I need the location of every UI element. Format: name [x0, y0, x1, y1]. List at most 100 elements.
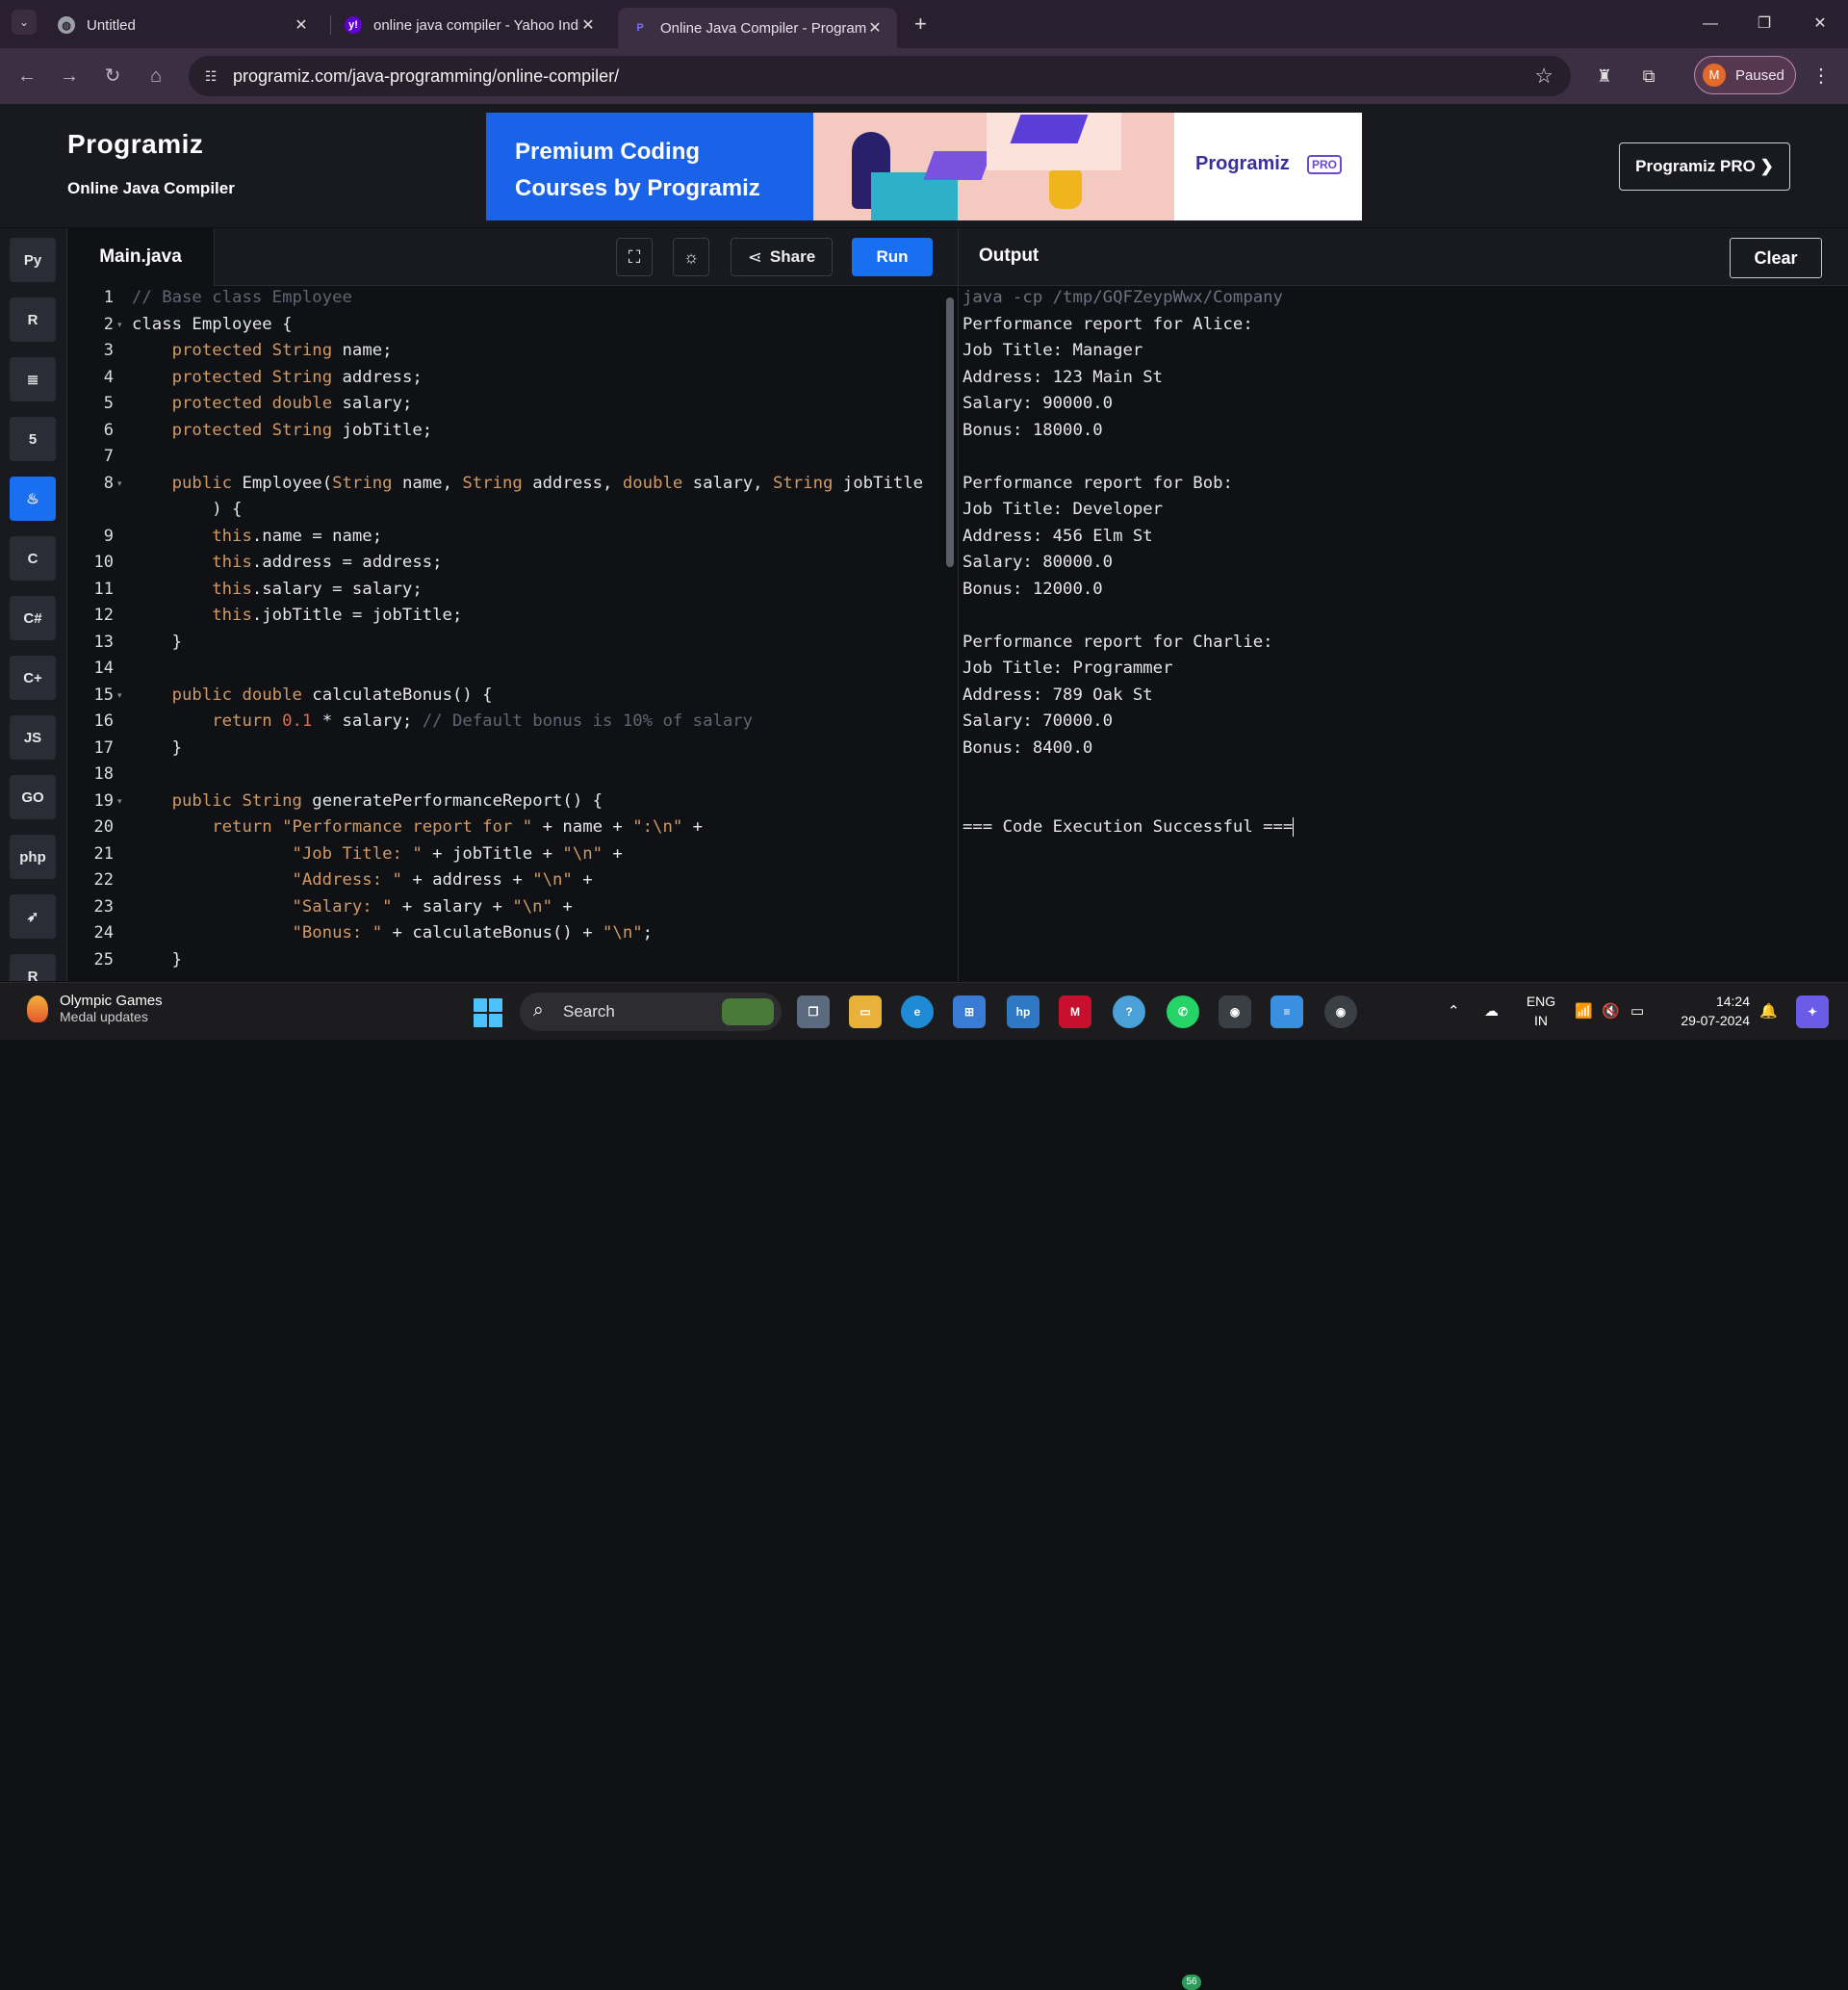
- run-button[interactable]: Run: [852, 238, 933, 276]
- tab-search-chevron-icon[interactable]: ⌄: [12, 10, 37, 35]
- browser-tab-yahoo[interactable]: y! online java compiler - Yahoo India Se…: [331, 8, 610, 42]
- restore-icon[interactable]: ❐: [1750, 10, 1779, 39]
- system-clock[interactable]: 14:24 29-07-2024: [1671, 992, 1750, 1030]
- microsoft-store-icon[interactable]: ⊞: [953, 995, 986, 1028]
- browser-menu-icon[interactable]: ⋮: [1811, 64, 1831, 88]
- minimize-icon[interactable]: —: [1696, 10, 1725, 39]
- output-line: Job Title: Manager: [962, 341, 1143, 360]
- home-icon[interactable]: ⌂: [142, 63, 169, 90]
- notification-bell-icon[interactable]: 🔔: [1759, 1002, 1778, 1020]
- code-line: this.jobTitle = jobTitle;: [212, 606, 463, 625]
- extension-icon[interactable]: ♜: [1592, 64, 1617, 89]
- volume-muted-icon[interactable]: 🔇: [1602, 1002, 1620, 1020]
- avatar: M: [1703, 64, 1726, 87]
- edge-icon[interactable]: e: [901, 995, 934, 1028]
- fold-arrow-icon[interactable]: ▾: [117, 796, 122, 807]
- profile-button[interactable]: M Paused: [1694, 56, 1796, 94]
- chrome-active-icon[interactable]: ◉: [1219, 995, 1251, 1028]
- tray-overflow-chevron-icon[interactable]: ⌃: [1448, 1002, 1460, 1020]
- back-icon[interactable]: ←: [13, 63, 40, 90]
- line-number: 3: [103, 341, 114, 360]
- c-icon[interactable]: C: [10, 536, 56, 581]
- notepad-icon[interactable]: ≡: [1270, 995, 1303, 1028]
- trophy-illustration: [1049, 170, 1082, 209]
- rust-icon[interactable]: R: [10, 954, 56, 981]
- code-editor[interactable]: 1 2 ▾ 3 4 5 6 7 8 ▾ 9 10 11 12 13 14 15 …: [67, 286, 958, 981]
- close-tab-icon[interactable]: ✕: [579, 15, 597, 35]
- yahoo-icon: y!: [345, 16, 362, 34]
- bookmark-star-icon[interactable]: ☆: [1534, 64, 1553, 89]
- fold-arrow-icon[interactable]: ▾: [117, 320, 122, 330]
- file-tab-main-java[interactable]: Main.java: [67, 228, 215, 286]
- code-line: protected double salary;: [171, 394, 413, 413]
- help-icon[interactable]: ?: [1113, 995, 1145, 1028]
- java-icon[interactable]: ♨: [10, 477, 56, 521]
- banner-illustration: [813, 113, 1174, 220]
- banner-text-panel: Premium Coding Courses by Programiz: [486, 113, 813, 220]
- javascript-icon[interactable]: JS: [10, 715, 56, 760]
- language-indicator[interactable]: ENG IN: [1525, 992, 1557, 1030]
- r-icon[interactable]: R: [10, 297, 56, 342]
- programiz-logo[interactable]: Programiz: [67, 129, 203, 160]
- mcafee-icon[interactable]: M: [1059, 995, 1091, 1028]
- line-number: 20: [93, 817, 114, 837]
- fold-arrow-icon[interactable]: ▾: [117, 478, 122, 489]
- fold-arrow-icon[interactable]: ▾: [117, 690, 122, 701]
- share-button[interactable]: ⋖ Share: [731, 238, 833, 276]
- promo-banner[interactable]: Premium Coding Courses by Programiz Prog…: [486, 113, 1362, 220]
- browser-tab-untitled[interactable]: ◍ Untitled ✕: [44, 8, 323, 42]
- code-line: }: [132, 949, 183, 969]
- weather-widget[interactable]: Olympic Games Medal updates: [27, 993, 163, 1024]
- battery-icon[interactable]: ▭: [1630, 1002, 1644, 1020]
- swift-icon[interactable]: ➶: [10, 894, 56, 939]
- myhp-icon[interactable]: hp: [1007, 995, 1040, 1028]
- task-view-icon[interactable]: ❐: [797, 995, 830, 1028]
- new-tab-icon[interactable]: +: [914, 12, 927, 37]
- line-number-gutter: 1 2 ▾ 3 4 5 6 7 8 ▾ 9 10 11 12 13 14 15 …: [67, 286, 131, 981]
- onedrive-cloud-icon[interactable]: ☁: [1484, 1002, 1499, 1020]
- url-text[interactable]: programiz.com/java-programming/online-co…: [233, 66, 619, 87]
- whatsapp-icon[interactable]: ✆: [1167, 995, 1199, 1028]
- theme-toggle-sun-icon[interactable]: ☼: [673, 238, 709, 276]
- clear-button[interactable]: Clear: [1730, 238, 1822, 278]
- extensions-puzzle-icon[interactable]: ⧉: [1636, 64, 1661, 89]
- line-number: 1: [103, 288, 114, 307]
- output-line: Performance report for Bob:: [962, 473, 1233, 493]
- output-line: Performance report for Alice:: [962, 314, 1253, 334]
- line-number: 7: [103, 447, 114, 466]
- olympic-flame-icon: [27, 995, 48, 1022]
- windows-start-icon[interactable]: [474, 998, 502, 1027]
- wifi-icon[interactable]: 📶: [1575, 1002, 1593, 1020]
- php-icon[interactable]: php: [10, 835, 56, 879]
- forward-icon[interactable]: →: [56, 63, 83, 90]
- go-icon[interactable]: GO: [10, 775, 56, 819]
- address-bar[interactable]: ☷ programiz.com/java-programming/online-…: [189, 56, 1571, 96]
- close-tab-icon[interactable]: ✕: [293, 15, 310, 35]
- language-sidebar: Py R ≣ 5 ♨ C C# C+ JS GO php ➶ R: [0, 228, 67, 981]
- programiz-pro-button[interactable]: Programiz PRO ❯: [1619, 142, 1790, 191]
- reload-icon[interactable]: ↻: [99, 63, 126, 90]
- output-console[interactable]: java -cp /tmp/GQFZeypWwx/Company Perform…: [959, 286, 1848, 981]
- sql-icon[interactable]: ≣: [10, 357, 56, 401]
- editor-scrollbar-thumb[interactable]: [946, 297, 954, 567]
- banner-brand: Programiz: [1195, 153, 1290, 174]
- widget-title: Olympic Games: [60, 993, 163, 1009]
- close-tab-icon[interactable]: ✕: [866, 18, 884, 38]
- region-code: IN: [1534, 1013, 1548, 1028]
- chrome-icon[interactable]: ◉: [1324, 995, 1357, 1028]
- copilot-icon[interactable]: ✦: [1796, 995, 1829, 1028]
- cpp-icon[interactable]: C+: [10, 656, 56, 700]
- line-number: 24: [93, 923, 114, 943]
- taskbar-search[interactable]: ⌕ Search: [520, 993, 782, 1031]
- fullscreen-icon[interactable]: ⛶: [616, 238, 653, 276]
- python-icon[interactable]: Py: [10, 238, 56, 282]
- csharp-icon[interactable]: C#: [10, 596, 56, 640]
- search-highlight-image: [722, 998, 774, 1025]
- html-icon[interactable]: 5: [10, 417, 56, 461]
- site-info-icon[interactable]: ☷: [200, 65, 221, 87]
- close-window-icon[interactable]: ✕: [1806, 10, 1835, 39]
- file-explorer-icon[interactable]: ▭: [849, 995, 882, 1028]
- browser-tab-programiz[interactable]: P Online Java Compiler - Programiz ✕: [618, 8, 897, 48]
- tab-title: Online Java Compiler - Programiz: [660, 19, 866, 37]
- line-number: 17: [93, 737, 114, 758]
